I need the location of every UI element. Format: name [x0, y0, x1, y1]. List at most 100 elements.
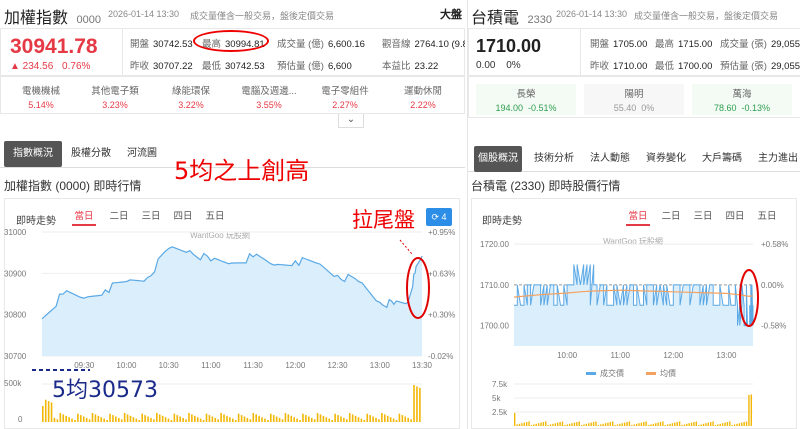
volume-bar — [357, 417, 360, 422]
volume-bar — [118, 417, 120, 422]
volume-bar — [44, 399, 47, 422]
volume-bar — [328, 418, 331, 422]
volume-bar — [363, 420, 366, 422]
stat-guanyin: 觀音線2764.10 (9.81 — [382, 39, 465, 50]
volume-bar — [514, 413, 516, 426]
volume-bar — [153, 419, 155, 422]
volume-note: 成交量僅含一般交易，盤後定價交易 — [634, 11, 779, 21]
peer-item[interactable]: 陽明 55.40 0% — [584, 84, 684, 115]
tab-stock-overview[interactable]: 個股概況 — [474, 146, 522, 172]
period-3d[interactable]: 三日 — [140, 208, 162, 226]
volume-bar — [702, 423, 705, 426]
volume-bar — [170, 420, 173, 422]
volume-bar — [135, 418, 138, 422]
sector-item[interactable]: 電子零組件 2.27% — [312, 83, 378, 110]
tab-river-chart[interactable]: 河流圖 — [120, 141, 164, 167]
period-today[interactable]: 當日 — [72, 208, 96, 226]
divider — [122, 28, 123, 76]
period-5d[interactable]: 五日 — [204, 208, 226, 226]
volume-bar — [161, 415, 164, 422]
x-tick-label: 09:30 — [74, 361, 95, 370]
stat-volume: 成交量 (張) 29,055 — [720, 39, 800, 50]
sector-item[interactable]: 電腦及週邊... 3.55% — [234, 83, 304, 110]
tab-shareholding[interactable]: 股權分散 — [68, 141, 114, 167]
period-2d[interactable]: 二日 — [108, 208, 130, 226]
refresh-button[interactable]: ⟳ 4 — [426, 208, 452, 226]
period-today[interactable]: 當日 — [626, 208, 650, 226]
volume-bar — [103, 418, 105, 422]
volume-bar — [343, 417, 345, 422]
sector-item[interactable]: 其他電子類 3.23% — [84, 83, 146, 110]
volume-bar — [182, 417, 184, 422]
y-tick-label: 30900 — [4, 269, 27, 278]
period-2d[interactable]: 二日 — [660, 208, 682, 226]
volume-bar — [707, 422, 709, 426]
volume-bar — [375, 417, 377, 422]
y-tick-label: 30800 — [4, 311, 27, 320]
page-title: 加權指數 — [4, 10, 69, 27]
sector-item[interactable]: 綠能環保 3.22% — [160, 83, 222, 110]
peer-item[interactable]: 長榮 194.00 -0.51% — [476, 84, 576, 115]
peer-item[interactable]: 萬海 78.60 -0.13% — [692, 84, 792, 115]
volume-bar — [712, 421, 714, 426]
volume-bar — [237, 413, 240, 422]
volume-bar — [640, 422, 643, 426]
index-change: ▲ 234.56 — [10, 61, 54, 72]
volume-bar — [523, 422, 525, 426]
volume-bar — [264, 418, 266, 422]
legend-swatch — [586, 372, 596, 375]
volume-bar — [179, 416, 181, 422]
stat-low: 最低 30742.53 — [202, 61, 265, 72]
volume-bar — [188, 413, 190, 422]
volume-bar — [666, 424, 669, 426]
volume-bar — [678, 421, 681, 426]
tab-technical[interactable]: 技術分析 — [530, 146, 578, 172]
volume-bar — [246, 417, 249, 422]
x-tick-label: 12:00 — [663, 351, 684, 360]
period-4d[interactable]: 四日 — [724, 208, 746, 226]
volume-bar — [592, 422, 595, 426]
sector-item[interactable]: 電機機械 5.14% — [10, 83, 72, 110]
divider — [580, 28, 581, 76]
tab-major-holders[interactable]: 大戶籌碼 — [698, 146, 746, 172]
volume-bar — [354, 415, 357, 422]
volume-bar — [392, 418, 395, 422]
index-price: 30941.78 — [10, 35, 98, 58]
volume-bar — [351, 414, 354, 422]
tab-margin[interactable]: 資券變化 — [642, 146, 690, 172]
volume-bar — [126, 414, 129, 422]
volume-bar — [389, 417, 392, 422]
volume-bar — [147, 416, 149, 422]
volume-bar — [217, 419, 219, 422]
volume-bar — [698, 425, 700, 426]
section-title: 加權指數 (0000) 即時行情 — [4, 179, 142, 193]
period-4d[interactable]: 四日 — [172, 208, 194, 226]
volume-bar — [386, 415, 389, 422]
tab-index-overview[interactable]: 指數概況 — [4, 141, 62, 167]
volume-bar — [611, 421, 614, 426]
y-tick-label: 1700.00 — [480, 322, 509, 331]
tab-main-force[interactable]: 主力進出 — [754, 146, 800, 172]
chevron-down-icon[interactable]: ⌄ — [338, 114, 364, 128]
volume-bar — [721, 423, 724, 426]
volume-bar — [693, 422, 695, 426]
period-3d[interactable]: 三日 — [692, 208, 714, 226]
period-5d[interactable]: 五日 — [756, 208, 778, 226]
volume-bar — [542, 422, 545, 426]
volume-bar — [398, 413, 401, 422]
volume-bar — [549, 424, 552, 426]
index-price-box: 30941.78 ▲ 234.56 0.76% — [10, 35, 98, 72]
stat-prev-close: 昨收 1710.00 — [590, 61, 648, 72]
volume-bar — [80, 415, 82, 422]
tsmc-panel: 台積電 2330 2026-01-14 13:30 成交量僅含一般交易，盤後定價… — [467, 0, 800, 429]
volume-bar — [674, 422, 676, 426]
sector-item[interactable]: 運動休閒 2.22% — [392, 83, 454, 110]
volume-bar — [234, 420, 237, 422]
chart-heading: 即時走勢 — [482, 216, 522, 227]
volume-bar — [232, 418, 234, 422]
volume-bar — [316, 413, 319, 422]
volume-bar — [88, 419, 91, 422]
volume-bar — [302, 413, 304, 422]
tab-institutional[interactable]: 法人動態 — [586, 146, 634, 172]
volume-bar — [331, 420, 333, 422]
